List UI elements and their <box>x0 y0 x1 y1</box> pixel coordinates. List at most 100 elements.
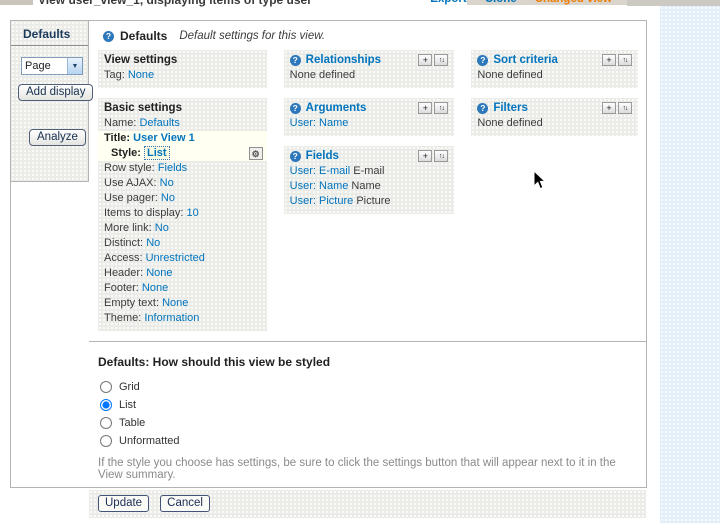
field-item: User: Name Name <box>290 179 449 194</box>
setting-value-link[interactable]: None <box>146 267 172 279</box>
filters-empty: None defined <box>477 116 632 131</box>
field-item: User: Picture Picture <box>290 194 449 209</box>
setting-row-distinct: Distinct: No <box>104 236 261 251</box>
filters-title-link[interactable]: Filters <box>493 102 528 114</box>
fields-title-link[interactable]: Fields <box>306 150 339 162</box>
setting-value-link[interactable]: Fields <box>158 162 187 174</box>
field-link[interactable]: User: E-mail <box>290 165 351 177</box>
update-button[interactable]: Update <box>98 495 149 512</box>
form-note: If the style you choose has settings, be… <box>98 457 636 481</box>
setting-row-use-pager: Use pager: No <box>104 191 261 206</box>
add-icon[interactable]: + <box>418 102 432 114</box>
add-icon[interactable]: + <box>418 150 432 162</box>
tab-defaults[interactable]: Defaults <box>11 21 88 46</box>
display-title: Defaults <box>120 29 167 43</box>
setting-value-link[interactable]: No <box>161 192 175 204</box>
setting-value-link[interactable]: None <box>162 297 188 309</box>
clone-link[interactable]: Clone <box>485 0 517 5</box>
display-type-select-wrap: Page ▼ <box>21 57 83 75</box>
style-option-table[interactable]: Table <box>98 414 636 432</box>
style-option-unformatted[interactable]: Unformatted <box>98 432 636 450</box>
setting-value-link[interactable]: Unrestricted <box>146 252 205 264</box>
display-settings-area: ? Defaults Default settings for this vie… <box>89 21 646 487</box>
style-option-grid[interactable]: Grid <box>98 378 636 396</box>
changed-view-link[interactable]: Changed view <box>535 0 612 5</box>
display-header: ? Defaults Default settings for this vie… <box>89 21 646 47</box>
page-background <box>660 6 720 523</box>
setting-value-link[interactable]: Defaults <box>139 117 179 129</box>
add-icon[interactable]: + <box>602 54 616 66</box>
views-editor: Defaults Page ▼ Add display Analyze ? De… <box>10 20 647 488</box>
style-option-label: List <box>119 399 136 411</box>
arguments-box: ? Arguments + ↑↓ User: Name <box>284 98 455 136</box>
field-item: User: E-mail E-mail <box>290 164 449 179</box>
setting-label: Title: <box>104 132 130 144</box>
rearrange-icon[interactable]: ↑↓ <box>618 102 632 114</box>
setting-label: Header: <box>104 267 143 279</box>
setting-value-link[interactable]: 10 <box>187 207 199 219</box>
rearrange-icon[interactable]: ↑↓ <box>434 54 448 66</box>
setting-row-more-link: More link: No <box>104 221 261 236</box>
field-link[interactable]: User: Picture <box>290 195 354 207</box>
help-icon[interactable]: ? <box>290 55 301 66</box>
setting-row-style: Style: List ⚙ <box>98 146 267 161</box>
setting-value-link[interactable]: List <box>144 146 170 160</box>
setting-label: Access: <box>104 252 143 264</box>
style-option-label: Unformatted <box>119 435 180 447</box>
setting-value-link[interactable]: No <box>146 237 160 249</box>
sort-criteria-title-link[interactable]: Sort criteria <box>493 54 558 66</box>
display-subtitle: Default settings for this view. <box>179 30 325 42</box>
style-radio-list[interactable] <box>100 399 112 411</box>
rearrange-icon[interactable]: ↑↓ <box>434 150 448 162</box>
arguments-title-link[interactable]: Arguments <box>306 102 367 114</box>
help-icon[interactable]: ? <box>290 103 301 114</box>
sort-criteria-box: ? Sort criteria + ↑↓ None defined <box>471 50 638 88</box>
style-option-label: Grid <box>119 381 140 393</box>
rearrange-icon[interactable]: ↑↓ <box>434 102 448 114</box>
setting-label: Tag: <box>104 69 125 81</box>
export-link[interactable]: Export <box>430 0 466 5</box>
form-buttons-row: Update Cancel <box>89 490 646 518</box>
add-display-button[interactable]: Add display <box>18 84 93 101</box>
setting-value-link[interactable]: No <box>155 222 169 234</box>
help-icon[interactable]: ? <box>103 31 114 42</box>
setting-row-use-ajax: Use AJAX: No <box>104 176 261 191</box>
help-icon[interactable]: ? <box>477 103 488 114</box>
setting-label: More link: <box>104 222 152 234</box>
style-settings-gear-icon[interactable]: ⚙ <box>249 147 263 160</box>
style-radio-table[interactable] <box>100 417 112 429</box>
setting-value-link[interactable]: None <box>142 282 168 294</box>
field-label: E-mail <box>353 165 384 177</box>
argument-link[interactable]: User: Name <box>290 117 349 129</box>
setting-value-link[interactable]: Information <box>144 312 199 324</box>
field-label: Name <box>351 180 380 192</box>
basic-settings-box: Basic settings Name: Defaults Title: Use… <box>98 98 267 331</box>
analyze-button[interactable]: Analyze <box>29 129 86 146</box>
field-link[interactable]: User: Name <box>290 180 349 192</box>
fields-box: ? Fields + ↑↓ User: E-mail E-mail User: … <box>284 146 455 214</box>
page-header-clipped: View user_view_1, displaying items of ty… <box>0 0 658 9</box>
setting-row-row-style: Row style: Fields <box>104 161 261 176</box>
sort-criteria-empty: None defined <box>477 68 632 83</box>
setting-value-link[interactable]: User View 1 <box>133 132 195 144</box>
setting-label: Row style: <box>104 162 155 174</box>
relationships-title-link[interactable]: Relationships <box>306 54 381 66</box>
style-radio-grid[interactable] <box>100 381 112 393</box>
add-icon[interactable]: + <box>602 102 616 114</box>
display-type-selector[interactable]: Page <box>21 57 83 75</box>
setting-value-link[interactable]: No <box>160 177 174 189</box>
setting-label: Theme: <box>104 312 141 324</box>
setting-label: Use pager: <box>104 192 158 204</box>
style-option-list[interactable]: List <box>98 396 636 414</box>
filters-box: ? Filters + ↑↓ None defined <box>471 98 638 136</box>
help-icon[interactable]: ? <box>477 55 488 66</box>
add-icon[interactable]: + <box>418 54 432 66</box>
rearrange-icon[interactable]: ↑↓ <box>618 54 632 66</box>
setting-label: Name: <box>104 117 136 129</box>
setting-value-link[interactable]: None <box>128 69 154 81</box>
help-icon[interactable]: ? <box>290 151 301 162</box>
setting-row-empty-text: Empty text: None <box>104 296 261 311</box>
cancel-button[interactable]: Cancel <box>160 495 210 512</box>
style-radio-unformatted[interactable] <box>100 435 112 447</box>
setting-row-items-to-display: Items to display: 10 <box>104 206 261 221</box>
